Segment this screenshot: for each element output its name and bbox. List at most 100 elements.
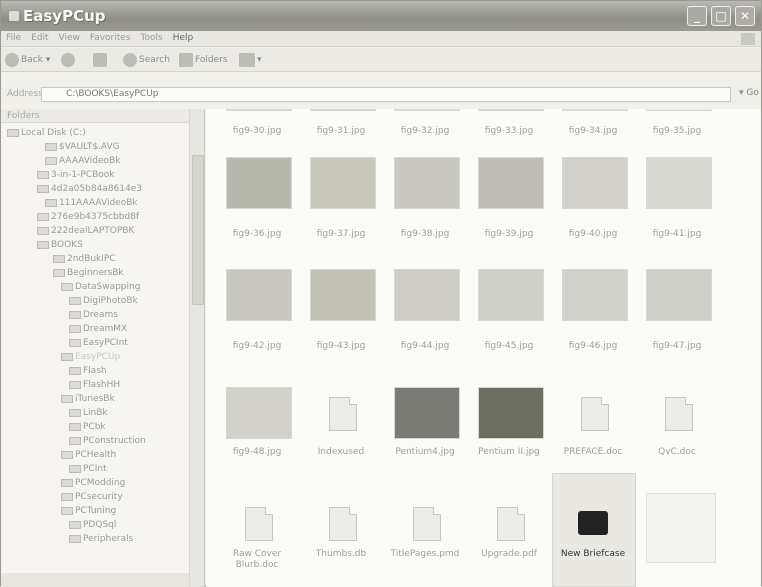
close-button[interactable]: ✕ (735, 6, 755, 26)
tree-item[interactable]: PCModding (61, 477, 125, 489)
file-label[interactable]: fig9-48.jpg (216, 447, 298, 458)
file-thumbnail[interactable] (646, 493, 716, 563)
up-folder-button[interactable] (93, 52, 109, 68)
vertical-scrollbar[interactable] (189, 109, 204, 587)
document-icon[interactable] (329, 397, 357, 431)
file-thumbnail[interactable] (310, 109, 376, 113)
back-button[interactable]: Back ▾ (5, 52, 50, 68)
file-thumbnail[interactable] (646, 157, 712, 221)
file-label[interactable]: fig9-36.jpg (216, 229, 298, 240)
file-label[interactable]: fig9-33.jpg (468, 126, 550, 137)
file-thumbnail[interactable] (226, 109, 292, 113)
file-thumbnail[interactable] (394, 269, 460, 333)
file-label[interactable]: TitlePages.pmd (384, 549, 466, 560)
tree-item[interactable]: PCHealth (61, 449, 116, 461)
file-thumbnail[interactable] (394, 157, 460, 221)
tree-item[interactable]: DataSwapping (61, 281, 140, 293)
tree-item[interactable]: PCsecurity (61, 491, 123, 503)
tree-item[interactable]: LinBk (69, 407, 108, 419)
menu-tools[interactable]: Tools (136, 31, 168, 45)
file-label[interactable]: fig9-45.jpg (468, 341, 550, 352)
briefcase-icon[interactable] (578, 511, 608, 535)
file-label[interactable]: fig9-31.jpg (300, 126, 382, 137)
tree-item[interactable]: BeginnersBk (53, 267, 124, 279)
tree-item[interactable]: PConstruction (69, 435, 146, 447)
address-field[interactable]: C:\BOOKS\EasyPCUp (41, 87, 731, 102)
file-thumbnail[interactable] (226, 387, 292, 451)
file-label[interactable]: fig9-40.jpg (552, 229, 634, 240)
file-label[interactable]: New Briefcase (552, 549, 634, 560)
document-icon[interactable] (497, 507, 525, 541)
tree-item[interactable]: 111AAAAVideoBk (45, 197, 138, 209)
file-thumbnail[interactable] (394, 109, 460, 113)
file-label[interactable]: fig9-35.jpg (636, 126, 718, 137)
tree-item[interactable]: iTunesBk (61, 393, 115, 405)
file-label[interactable]: fig9-46.jpg (552, 341, 634, 352)
file-label[interactable]: Pentium4.jpg (384, 447, 466, 458)
file-label[interactable]: fig9-41.jpg (636, 229, 718, 240)
file-thumbnail[interactable] (226, 269, 292, 333)
file-thumbnail[interactable] (478, 109, 544, 113)
title-bar[interactable]: EasyPCup _ □ ✕ (1, 1, 761, 31)
minimize-button[interactable]: _ (687, 6, 707, 26)
file-label[interactable]: fig9-30.jpg (216, 126, 298, 137)
file-thumbnail[interactable] (562, 269, 628, 333)
document-icon[interactable] (581, 397, 609, 431)
file-thumbnail[interactable] (562, 109, 628, 113)
tree-item[interactable]: Peripherals (69, 533, 133, 545)
tree-item[interactable]: $VAULT$.AVG (45, 141, 120, 153)
tree-item[interactable]: 4d2a05b84a8614e3 (37, 183, 142, 195)
file-label[interactable]: fig9-43.jpg (300, 341, 382, 352)
menu-file[interactable]: File (1, 31, 26, 45)
tree-item[interactable]: Flash (69, 365, 107, 377)
file-thumbnail[interactable] (646, 269, 712, 333)
file-label[interactable]: Pentium II.jpg (468, 447, 550, 458)
document-icon[interactable] (413, 507, 441, 541)
file-label[interactable]: fig9-39.jpg (468, 229, 550, 240)
file-thumbnail[interactable] (310, 269, 376, 333)
tree-item[interactable]: DigiPhotoBk (69, 295, 138, 307)
file-thumbnail[interactable] (478, 157, 544, 221)
horizontal-scrollbar[interactable] (1, 573, 189, 587)
file-thumbnail[interactable] (646, 109, 712, 113)
tree-item[interactable]: DreamMX (69, 323, 127, 335)
file-label[interactable]: Raw Cover Blurb.doc (216, 549, 298, 571)
file-label[interactable]: Upgrade.pdf (468, 549, 550, 560)
views-button[interactable]: ▾ (239, 52, 262, 68)
file-label[interactable]: fig9-37.jpg (300, 229, 382, 240)
tree-item[interactable]: PCTuning (61, 505, 116, 517)
document-icon[interactable] (665, 397, 693, 431)
menu-favorites[interactable]: Favorites (85, 31, 136, 45)
file-label[interactable]: fig9-47.jpg (636, 341, 718, 352)
search-button[interactable]: Search (123, 52, 170, 68)
tree-item[interactable]: 222dealLAPTOPBK (37, 225, 134, 237)
file-label[interactable]: fig9-42.jpg (216, 341, 298, 352)
menu-view[interactable]: View (54, 31, 85, 45)
file-thumbnail[interactable] (310, 157, 376, 221)
tree-item[interactable]: EasyPCInt (69, 337, 128, 349)
tree-item[interactable]: 2ndBukIPC (53, 253, 116, 265)
menu-help[interactable]: Help (168, 31, 199, 45)
file-label[interactable]: QvC.doc (636, 447, 718, 458)
file-label[interactable]: Thumbs.db (300, 549, 382, 560)
file-label[interactable]: PREFACE.doc (552, 447, 634, 458)
document-icon[interactable] (329, 507, 357, 541)
document-icon[interactable] (245, 507, 273, 541)
tree-item[interactable]: PDQSql (69, 519, 116, 531)
file-label[interactable]: fig9-32.jpg (384, 126, 466, 137)
file-label[interactable]: Indexused (300, 447, 382, 458)
tree-item[interactable]: PCInt (69, 463, 107, 475)
file-thumbnail[interactable] (478, 387, 544, 451)
tree-item[interactable]: Dreams (69, 309, 118, 321)
maximize-button[interactable]: □ (711, 6, 731, 26)
file-thumbnail[interactable] (478, 269, 544, 333)
scrollbar-thumb[interactable] (192, 155, 204, 305)
menu-edit[interactable]: Edit (26, 31, 53, 45)
file-thumbnail[interactable] (562, 157, 628, 221)
folders-button[interactable]: Folders (179, 52, 228, 68)
file-label[interactable]: fig9-34.jpg (552, 126, 634, 137)
tree-item[interactable]: BOOKS (37, 239, 83, 251)
tree-item[interactable]: Local Disk (C:) (7, 127, 86, 139)
forward-button[interactable] (61, 52, 77, 68)
tree-item[interactable]: FlashHH (69, 379, 120, 391)
